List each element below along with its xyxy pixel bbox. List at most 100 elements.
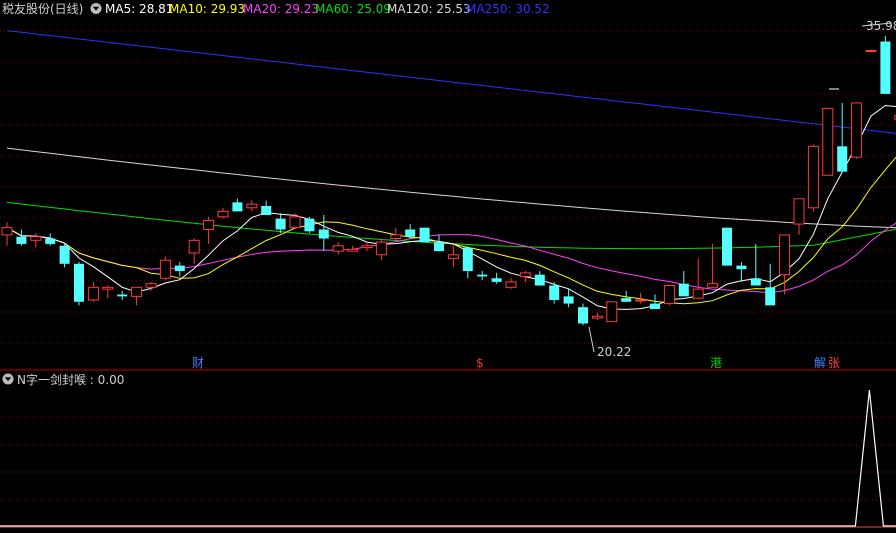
candle [375, 238, 387, 261]
ma10-label: MA10: 29.93 [169, 2, 245, 16]
candle [692, 258, 704, 299]
candle [188, 238, 200, 264]
marker-hk[interactable]: 港 [710, 356, 722, 370]
candle [563, 289, 574, 308]
candle-body [361, 245, 373, 249]
indicator-label: N字一剑封喉 : 0.00 [17, 372, 124, 387]
candle-body [750, 278, 761, 286]
candle [261, 200, 272, 216]
ma20-label: MA20: 29.23 [243, 2, 319, 16]
candle-body [405, 229, 416, 237]
candle [722, 227, 732, 266]
candle-body [246, 203, 258, 209]
candle-body [779, 234, 791, 276]
candle-body [663, 285, 675, 305]
indicator-collapse-icon[interactable] [2, 373, 14, 385]
candle [405, 224, 416, 239]
candle [174, 262, 185, 277]
candle-body [880, 41, 891, 94]
indicator-pane [0, 389, 896, 528]
candle-body [375, 241, 387, 256]
candle-body [390, 234, 402, 240]
event-markers: 财 $ 港 解 张 [192, 356, 840, 370]
candle-body [261, 205, 272, 216]
candle-body [837, 146, 848, 172]
candle-body [722, 227, 732, 266]
candle [807, 144, 819, 212]
candle [246, 200, 258, 212]
ma120-label: MA120: 25.53 [387, 2, 471, 16]
candle-body [59, 245, 70, 264]
candle-body [217, 210, 229, 218]
candle-body [159, 259, 171, 279]
candle [678, 271, 689, 297]
ma5-label: MA5: 28.81 [105, 2, 173, 16]
candle-body [74, 263, 84, 302]
candle [289, 213, 301, 230]
ma60-label: MA60: 25.09 [315, 2, 391, 16]
marker-unlock[interactable]: 解 [814, 356, 826, 370]
ma10-line [6, 156, 896, 305]
candle [837, 102, 848, 172]
candle-body [145, 283, 157, 288]
indicator-line [0, 389, 896, 527]
low-pointer [588, 326, 595, 353]
candle-body [232, 202, 243, 212]
candle [45, 233, 56, 246]
candle-body [275, 218, 286, 230]
candle-body [117, 294, 128, 297]
candle [30, 233, 42, 248]
marker-dollar[interactable]: $ [476, 356, 484, 370]
candle [217, 207, 229, 219]
candle-body [765, 287, 776, 306]
grid-lines [0, 30, 896, 501]
candle-body [491, 278, 502, 282]
candle [419, 227, 430, 243]
candle-body [678, 283, 689, 297]
ma250-line [6, 30, 896, 134]
candle-body [447, 254, 459, 259]
candle-body [707, 283, 719, 288]
candle-body [304, 218, 315, 232]
candle-body [131, 286, 143, 297]
high-price-label: 35.98 [866, 19, 896, 33]
candle-body [635, 299, 647, 302]
candle-body [549, 285, 560, 300]
candle-body [45, 238, 56, 244]
candle-body [1, 227, 13, 236]
candle-body [736, 265, 747, 270]
candle [361, 242, 373, 252]
candle [16, 229, 27, 246]
stock-chart[interactable]: 税友股份(日线) MA5: 28.81 MA10: 29.93 MA20: 29… [0, 0, 896, 533]
candle-body [606, 301, 618, 323]
indicator-header: N字一剑封喉 : 0.00 [2, 372, 124, 387]
candle [663, 285, 675, 306]
candle-body [16, 236, 27, 244]
candle-body [289, 216, 301, 229]
marker-finance[interactable]: 财 [192, 356, 204, 370]
candle [304, 216, 315, 234]
ma60-line [6, 201, 896, 250]
candle-body [505, 281, 517, 288]
candle [880, 36, 891, 94]
candle-body [650, 303, 660, 310]
candle [462, 247, 473, 279]
candlesticks [1, 36, 896, 326]
collapse-icon[interactable] [90, 3, 102, 14]
candle [591, 312, 603, 320]
candle [606, 301, 618, 323]
candle [534, 271, 545, 286]
candle [102, 285, 114, 299]
candle [851, 102, 863, 159]
candle-body [87, 286, 99, 301]
candle [275, 213, 286, 234]
candle [822, 107, 834, 176]
candle [117, 290, 128, 300]
marker-limit-up[interactable]: 张 [828, 356, 840, 370]
candle-body [332, 245, 344, 252]
candle [59, 243, 70, 268]
candle-body [807, 145, 819, 209]
ma5-line [6, 104, 896, 310]
candle [765, 263, 776, 306]
low-price-label: 20.22 [597, 345, 631, 359]
